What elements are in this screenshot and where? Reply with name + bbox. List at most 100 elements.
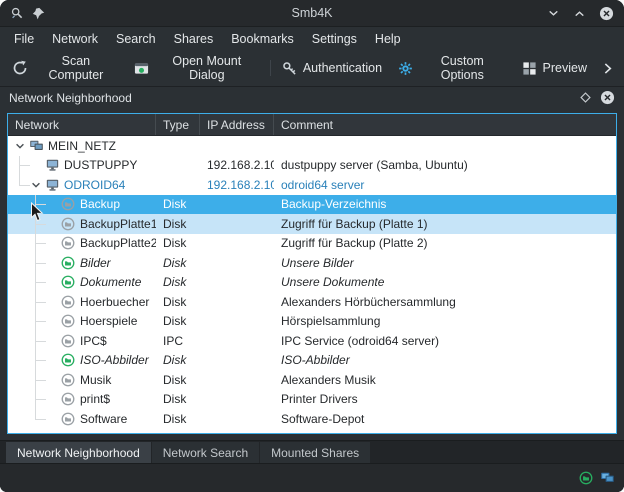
- tree-row-iso-abbilder[interactable]: ISO-AbbilderDiskISO-Abbilder: [8, 351, 616, 371]
- tree-branch-guide: [35, 409, 36, 419]
- cell-type: Disk: [156, 312, 200, 332]
- tree-row-software[interactable]: SoftwareDiskSoftware-Depot: [8, 409, 616, 429]
- gear-icon: [398, 61, 413, 76]
- tree-row-ipc[interactable]: IPC$IPCIPC Service (odroid64 server): [8, 331, 616, 351]
- column-header-network[interactable]: Network: [8, 114, 156, 135]
- cell-comment: Software-Depot: [274, 409, 616, 429]
- cell-ip-address: [200, 292, 274, 312]
- toolbar-open-mount-dialog-button[interactable]: Open Mount Dialog: [126, 50, 267, 86]
- toolbar-overflow-button[interactable]: [595, 58, 620, 79]
- toolbar: Scan Computer Open Mount Dialog Authentica…: [0, 50, 624, 87]
- cell-type: Disk: [156, 292, 200, 312]
- row-label: Bilder: [80, 256, 111, 270]
- share-icon: [60, 392, 76, 406]
- cell-ip-address: [200, 370, 274, 390]
- tab-network-search[interactable]: Network Search: [152, 442, 259, 463]
- menu-network[interactable]: Network: [43, 30, 107, 48]
- cell-type: IPC: [156, 331, 200, 351]
- tree-row-hoerspiele[interactable]: HoerspieleDiskHörspielsammlung: [8, 312, 616, 332]
- cell-type: Disk: [156, 370, 200, 390]
- pin-icon[interactable]: [32, 7, 45, 20]
- row-label: BackupPlatte1$: [80, 217, 156, 231]
- cell-ip-address: 192.168.2.105: [200, 156, 274, 176]
- tree-row-odroid64[interactable]: ODROID64192.168.2.102odroid64 server: [8, 175, 616, 195]
- share-icon: [60, 197, 76, 211]
- titlebar[interactable]: Smb4K: [0, 0, 624, 27]
- cell-comment: Backup-Verzeichnis: [274, 195, 616, 215]
- maximize-icon[interactable]: [573, 7, 586, 20]
- tree-branch-guide: [35, 419, 46, 420]
- tree-row-print[interactable]: print$DiskPrinter Drivers: [8, 390, 616, 410]
- tab-network-neighborhood[interactable]: Network Neighborhood: [6, 442, 151, 463]
- cell-comment: Printer Drivers: [274, 390, 616, 410]
- tree-branch-guide: [35, 360, 46, 361]
- menu-shares[interactable]: Shares: [165, 30, 223, 48]
- minimize-icon[interactable]: [547, 7, 560, 20]
- cell-name: Backup: [8, 195, 156, 215]
- toolbar-button-label: Authentication: [303, 61, 382, 75]
- menu-file[interactable]: File: [5, 30, 43, 48]
- statusbar-icons: [579, 471, 615, 485]
- chevron-right-icon: [601, 62, 614, 75]
- tree-row-musik[interactable]: MusikDiskAlexanders Musik: [8, 370, 616, 390]
- cell-ip-address: [200, 273, 274, 293]
- share-icon: [60, 373, 76, 387]
- column-header-comment[interactable]: Comment: [274, 114, 616, 135]
- toolbar-authentication-button[interactable]: Authentication: [274, 57, 390, 80]
- cell-name: DUSTPUPPY: [8, 156, 156, 176]
- tree-row-backup[interactable]: BackupDisk Backup-Verzeichnis: [8, 195, 616, 215]
- menu-settings[interactable]: Settings: [303, 30, 366, 48]
- cell-ip-address: [200, 234, 274, 254]
- tree-row-bilder[interactable]: BilderDiskUnsere Bilder: [8, 253, 616, 273]
- toolbar-button-label: Scan Computer: [34, 54, 118, 82]
- row-label: Musik: [80, 373, 111, 387]
- column-header-ip-address[interactable]: IP Address: [200, 114, 274, 135]
- app-menu-icon[interactable]: [10, 6, 24, 20]
- tree-branch-guide: [35, 243, 46, 244]
- column-header-type[interactable]: Type: [156, 114, 200, 135]
- workgroup-icon: [28, 139, 44, 153]
- cell-type: Disk: [156, 214, 200, 234]
- tree-branch-guide: [35, 282, 46, 283]
- cell-ip-address: [200, 214, 274, 234]
- mounted-share-icon[interactable]: [579, 471, 593, 485]
- close-icon[interactable]: [599, 6, 614, 21]
- tree-branch-guide: [35, 399, 46, 400]
- cell-type: [156, 136, 200, 156]
- close-icon[interactable]: [600, 90, 615, 105]
- cell-comment: Alexanders Hörbüchersammlung: [274, 292, 616, 312]
- tree-row-dustpuppy[interactable]: DUSTPUPPY192.168.2.105dustpuppy server (…: [8, 156, 616, 176]
- cell-name: Hoerbuecher: [8, 292, 156, 312]
- cell-ip-address: [200, 331, 274, 351]
- toolbar-preview-button[interactable]: Preview: [514, 57, 595, 80]
- toolbar-scan-computer-button[interactable]: Scan Computer: [4, 50, 126, 86]
- tree-row-backupplatte2[interactable]: BackupPlatte2$DiskZugriff für Backup (Pl…: [8, 234, 616, 254]
- tree-branch-guide: [35, 380, 46, 381]
- cell-type: Disk: [156, 195, 200, 215]
- share-icon: [60, 314, 76, 328]
- toolbar-custom-options-button[interactable]: Custom Options: [390, 50, 513, 86]
- expander-icon[interactable]: [28, 180, 44, 190]
- menu-bookmarks[interactable]: Bookmarks: [222, 30, 303, 48]
- cell-name: BackupPlatte2$: [8, 234, 156, 254]
- share-icon: [60, 412, 76, 426]
- host-icon: [44, 178, 60, 192]
- row-label: Dokumente: [80, 275, 141, 289]
- dock-title: Network Neighborhood: [9, 91, 132, 105]
- cell-type: [156, 175, 200, 195]
- float-icon[interactable]: [580, 92, 591, 103]
- toolbar-buttons: Scan Computer Open Mount Dialog Authentica…: [4, 50, 595, 86]
- tab-mounted-shares[interactable]: Mounted Shares: [260, 442, 370, 463]
- tree-row-dokumente[interactable]: DokumenteDiskUnsere Dokumente: [8, 273, 616, 293]
- tree-row-backupplatte1[interactable]: BackupPlatte1$DiskZugriff für Backup (Pl…: [8, 214, 616, 234]
- menu-help[interactable]: Help: [366, 30, 410, 48]
- expander-icon[interactable]: [12, 141, 28, 151]
- tree-row-mein-netz[interactable]: MEIN_NETZ: [8, 136, 616, 156]
- cell-name: Musik: [8, 370, 156, 390]
- menu-search[interactable]: Search: [107, 30, 165, 48]
- tree-branch-guide: [35, 263, 46, 264]
- tree-row-hoerbuecher[interactable]: HoerbuecherDisk Alexanders Hörbüchersamml…: [8, 292, 616, 312]
- cell-name: IPC$: [8, 331, 156, 351]
- network-status-icon[interactable]: [600, 471, 615, 485]
- cell-comment: Unsere Bilder: [274, 253, 616, 273]
